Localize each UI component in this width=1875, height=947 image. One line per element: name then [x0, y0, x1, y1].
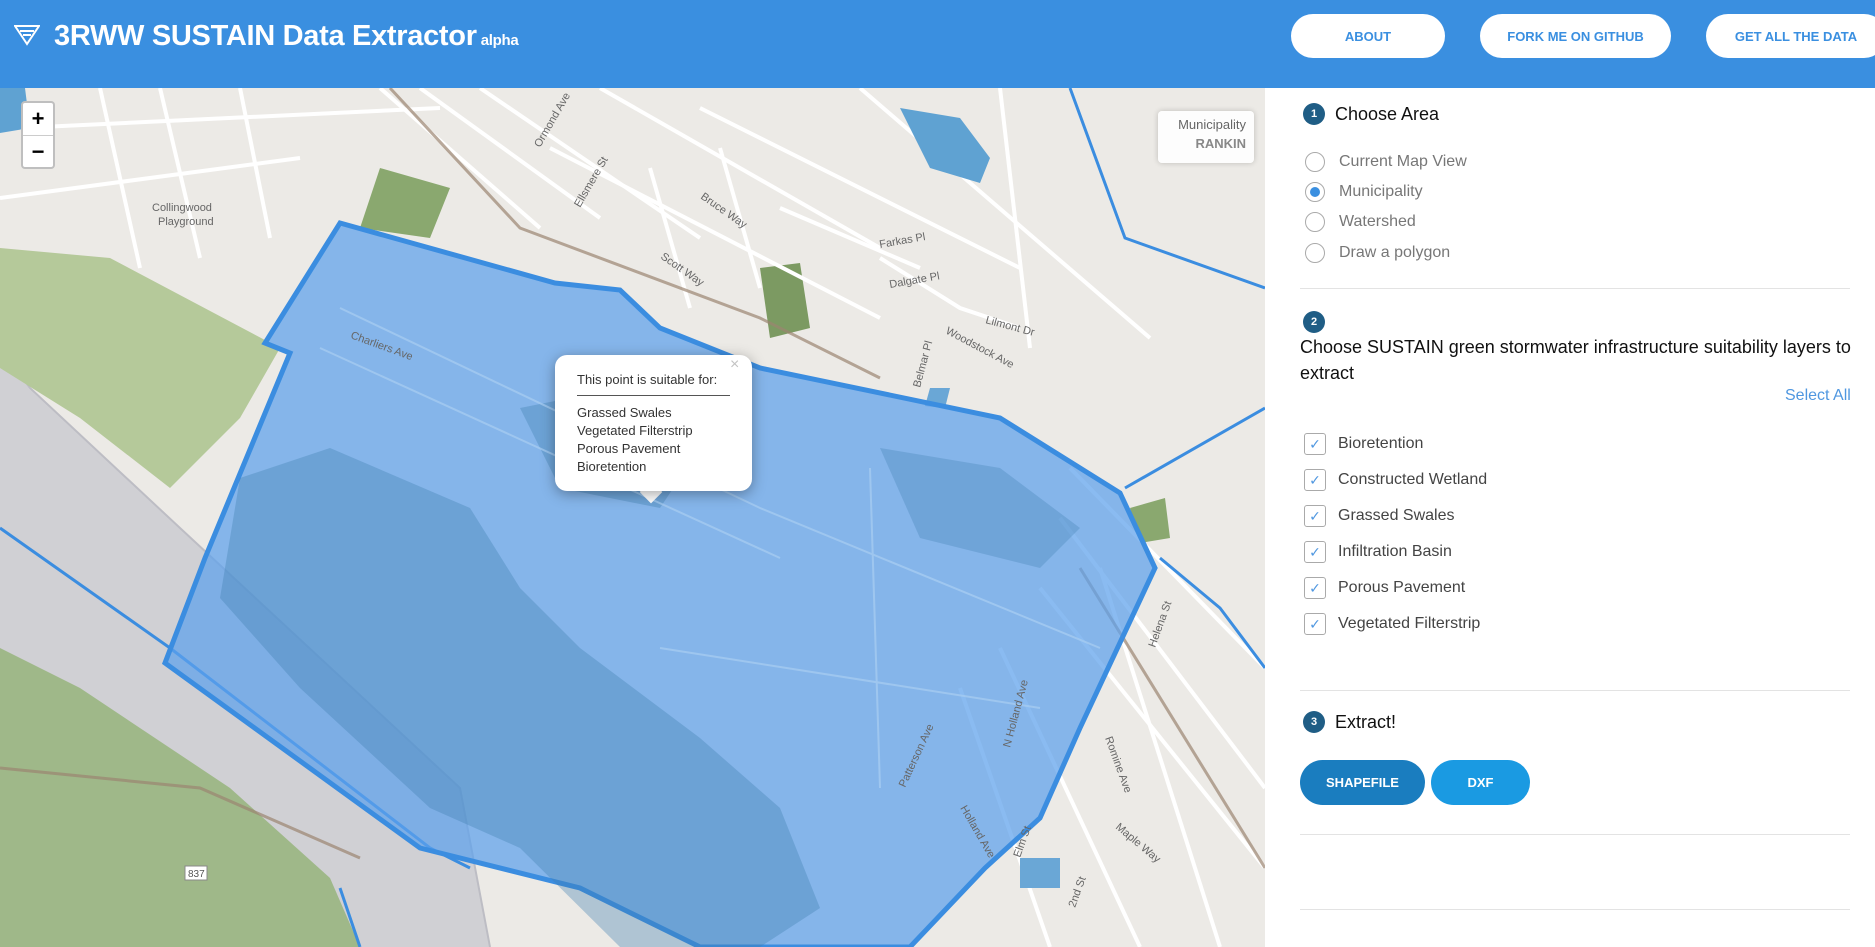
street-label: Collingwood: [152, 202, 212, 214]
funnel-logo-icon: [14, 25, 40, 46]
checkbox-label: Grassed Swales: [1338, 507, 1455, 524]
municipality-info-box: Municipality RANKIN: [1158, 111, 1254, 163]
info-box-value: RANKIN: [1195, 136, 1246, 151]
checkbox-box[interactable]: ✓: [1304, 541, 1326, 563]
app-header: 3RWW SUSTAIN Data Extractor alpha ABOUT F…: [0, 0, 1875, 88]
radio-circle[interactable]: [1305, 152, 1325, 172]
divider: [1300, 834, 1850, 835]
street-label: Playground: [158, 216, 214, 228]
info-box-label: Municipality: [1178, 117, 1246, 132]
step-3-header: 3 Extract!: [1303, 711, 1396, 733]
checkbox-vegetated-filterstrip[interactable]: ✓ Vegetated Filterstrip: [1304, 613, 1480, 635]
radio-circle[interactable]: [1305, 243, 1325, 263]
about-button[interactable]: ABOUT: [1291, 14, 1445, 58]
alpha-badge: alpha: [480, 32, 519, 49]
route-shield-label: 837: [188, 869, 205, 880]
radio-watershed[interactable]: Watershed: [1305, 212, 1416, 232]
checkbox-box[interactable]: ✓: [1304, 469, 1326, 491]
zoom-in-button[interactable]: +: [23, 103, 53, 135]
step-2-title: Choose SUSTAIN green stormwater infrastr…: [1300, 337, 1851, 383]
basemap: Collingwood Playground Ormond Ave Ellsme…: [0, 88, 1265, 947]
checkbox-label: Vegetated Filterstrip: [1338, 615, 1481, 632]
select-all-link[interactable]: Select All: [1785, 387, 1851, 405]
checkbox-bioretention[interactable]: ✓ Bioretention: [1304, 433, 1423, 455]
popup-list: Grassed Swales Vegetated Filterstrip Por…: [577, 404, 730, 476]
get-all-data-button[interactable]: GET ALL THE DATA: [1706, 14, 1875, 58]
street-label: Dalgate Pl: [888, 270, 940, 291]
checkbox-box[interactable]: ✓: [1304, 577, 1326, 599]
map-canvas[interactable]: Collingwood Playground Ormond Ave Ellsme…: [0, 88, 1265, 947]
checkbox-label: Infiltration Basin: [1338, 543, 1452, 560]
dxf-button[interactable]: DXF: [1431, 760, 1530, 805]
step-number-badge: 1: [1303, 103, 1325, 125]
street-label: Belmar Pl: [911, 340, 935, 389]
suitability-popup: This point is suitable for: Grassed Swal…: [555, 355, 752, 491]
radio-label: Draw a polygon: [1339, 244, 1451, 261]
street-label: Romine Ave: [1102, 735, 1133, 795]
checkbox-box[interactable]: ✓: [1304, 613, 1326, 635]
control-sidebar: 1 Choose Area Current Map View Municipal…: [1265, 88, 1875, 947]
popup-title: This point is suitable for:: [577, 372, 730, 396]
street-label: Ormond Ave: [532, 91, 573, 150]
step-title: Extract!: [1335, 711, 1397, 732]
street-label: Bruce Way: [698, 191, 749, 232]
divider: [1300, 288, 1850, 289]
popup-item: Bioretention: [577, 459, 647, 474]
street-label: Helena St: [1147, 600, 1175, 650]
popup-close-icon[interactable]: ×: [730, 356, 739, 374]
popup-item: Grassed Swales: [577, 405, 672, 420]
street-label: Maple Way: [1113, 821, 1163, 866]
checkbox-box[interactable]: ✓: [1304, 505, 1326, 527]
step-1-header: 1 Choose Area: [1303, 103, 1439, 125]
shapefile-button[interactable]: SHAPEFILE: [1300, 760, 1425, 805]
zoom-out-button[interactable]: −: [23, 135, 53, 167]
radio-circle-selected[interactable]: [1305, 182, 1325, 202]
checkbox-grassed-swales[interactable]: ✓ Grassed Swales: [1304, 505, 1455, 527]
popup-item: Vegetated Filterstrip: [577, 423, 693, 438]
fork-on-github-button[interactable]: FORK ME ON GITHUB: [1480, 14, 1671, 58]
radio-label: Current Map View: [1339, 153, 1467, 170]
checkbox-infiltration-basin[interactable]: ✓ Infiltration Basin: [1304, 541, 1452, 563]
checkbox-box[interactable]: ✓: [1304, 433, 1326, 455]
step-title: Choose Area: [1335, 103, 1440, 124]
checkbox-label: Bioretention: [1338, 435, 1424, 452]
radio-circle[interactable]: [1305, 212, 1325, 232]
checkbox-constructed-wetland[interactable]: ✓ Constructed Wetland: [1304, 469, 1487, 491]
checkbox-porous-pavement[interactable]: ✓ Porous Pavement: [1304, 577, 1465, 599]
app-title: 3RWW SUSTAIN Data Extractor alpha: [54, 20, 519, 52]
step-number-badge: 3: [1303, 711, 1325, 733]
radio-draw-polygon[interactable]: Draw a polygon: [1305, 243, 1450, 263]
radio-current-map-view[interactable]: Current Map View: [1305, 152, 1467, 172]
radio-label: Municipality: [1339, 183, 1423, 200]
divider: [1300, 909, 1850, 910]
radio-municipality[interactable]: Municipality: [1305, 182, 1423, 202]
step-number-badge: 2: [1303, 311, 1325, 333]
radio-label: Watershed: [1339, 213, 1416, 230]
divider: [1300, 690, 1850, 691]
checkbox-label: Porous Pavement: [1338, 579, 1466, 596]
street-label: Woodstock Ave: [944, 325, 1016, 371]
checkbox-label: Constructed Wetland: [1338, 471, 1488, 488]
street-label: Farkas Pl: [878, 231, 926, 251]
street-label: 2nd St: [1067, 875, 1089, 909]
popup-item: Porous Pavement: [577, 441, 681, 456]
zoom-control: + −: [21, 101, 55, 169]
